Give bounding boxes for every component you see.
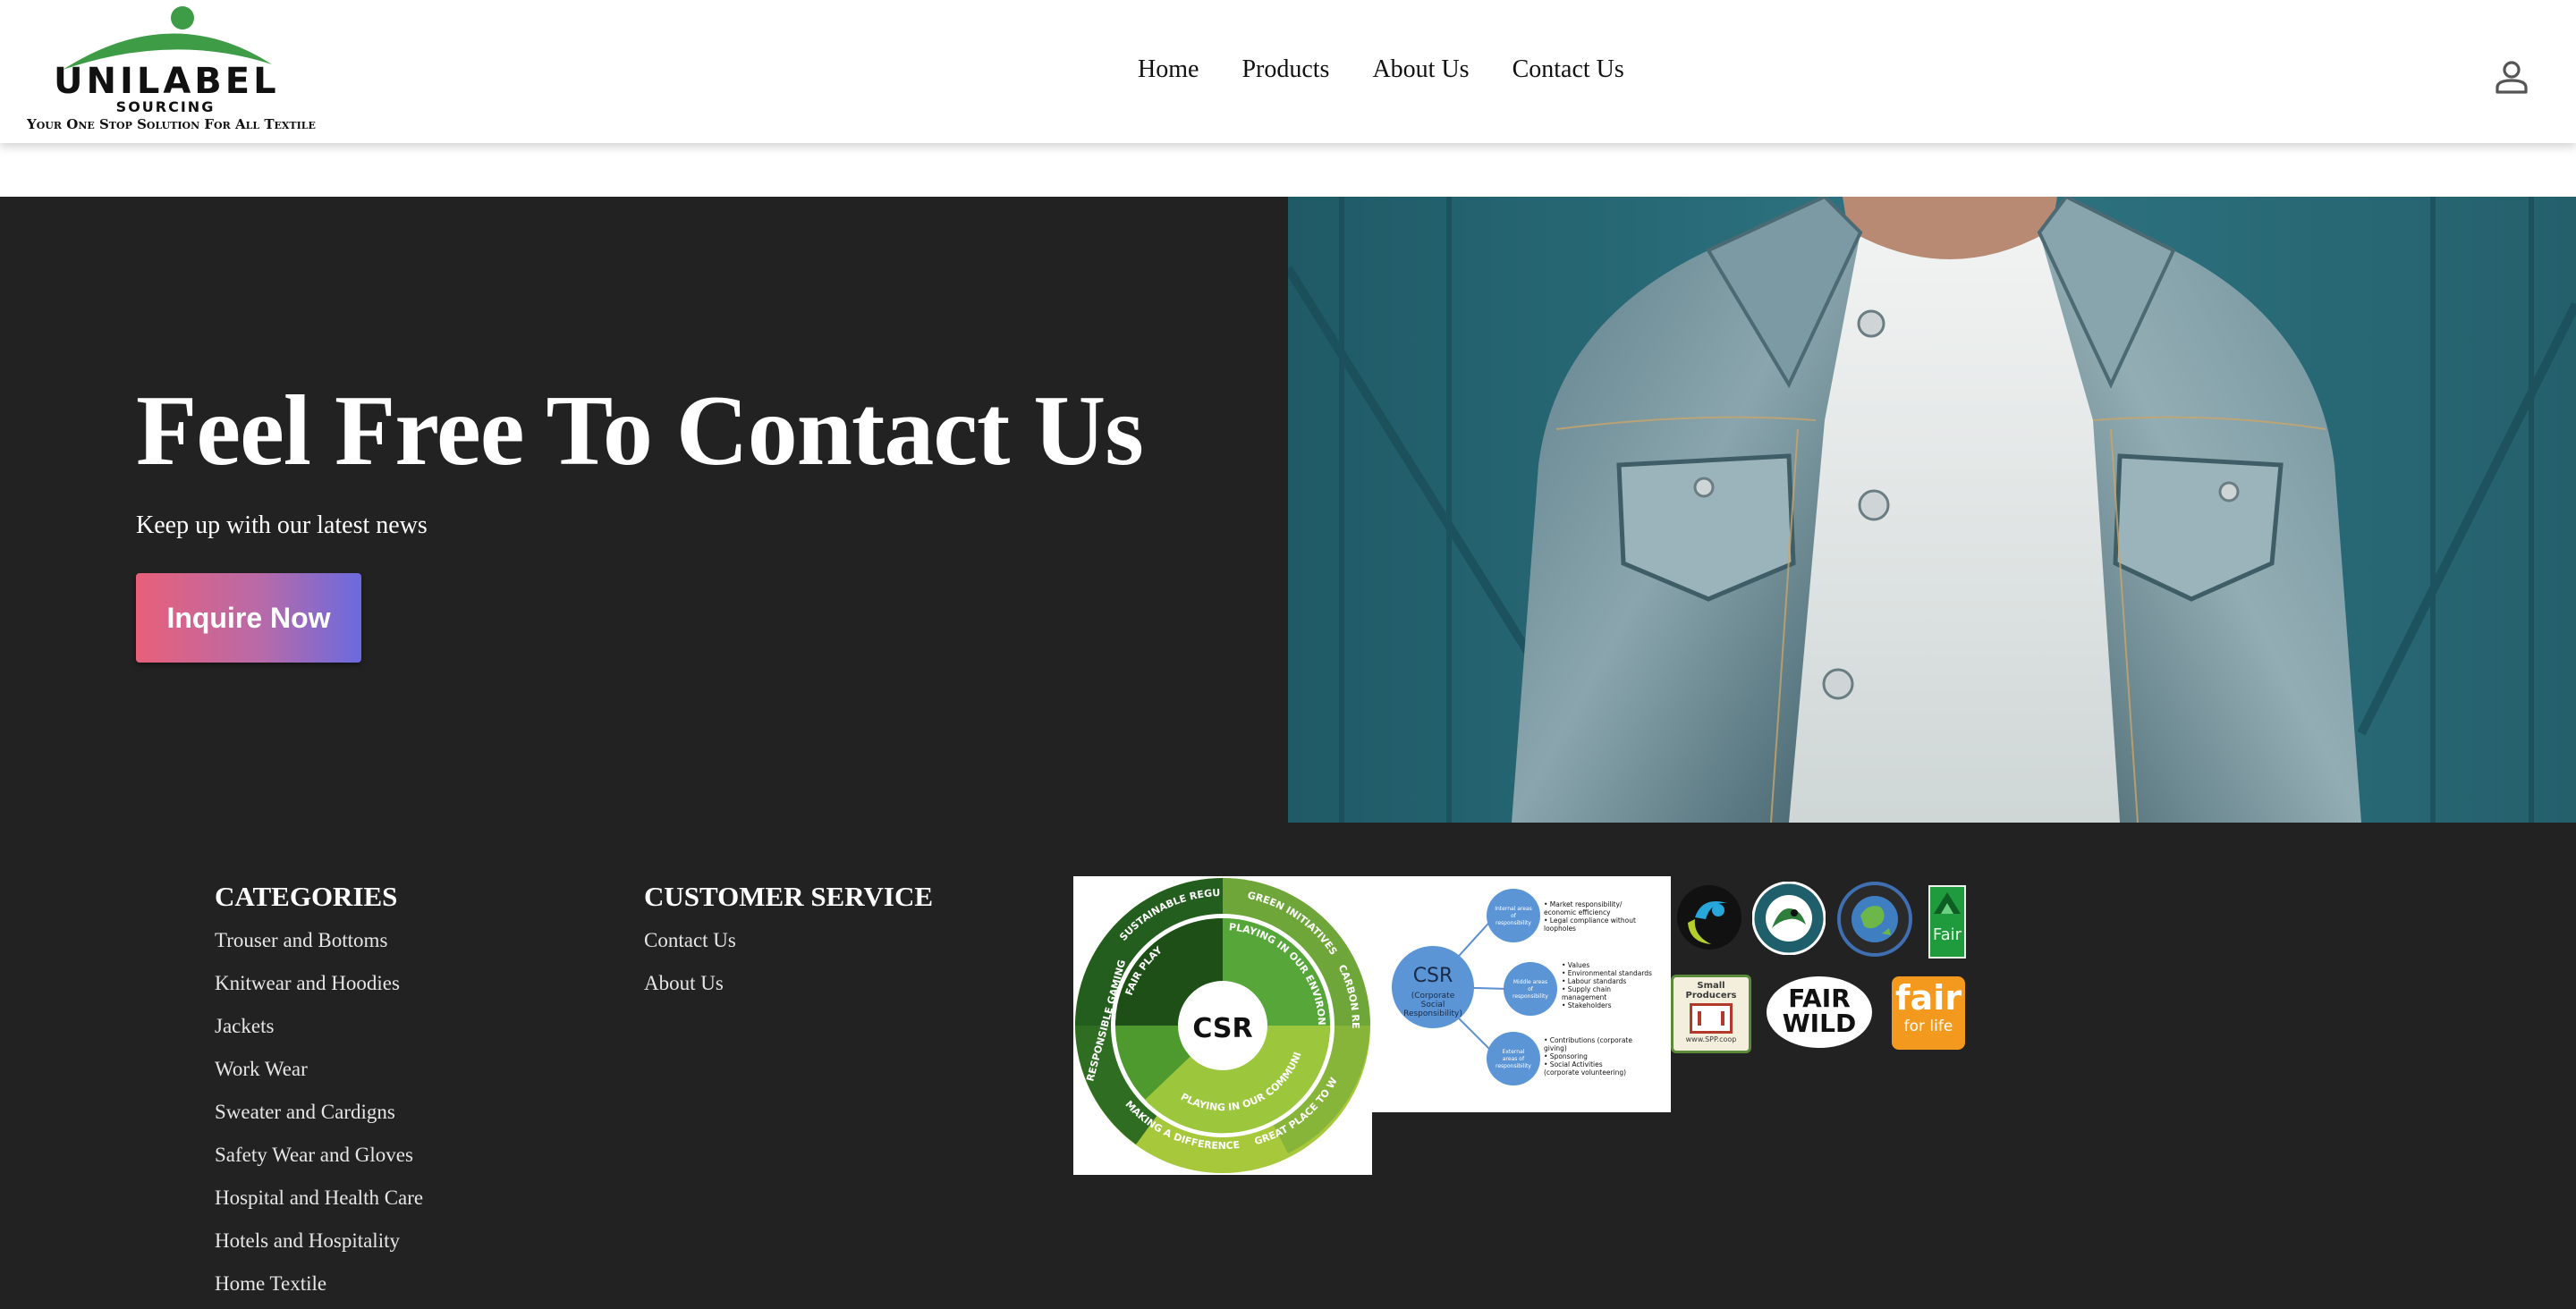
svg-text:responsibility: responsibility bbox=[1496, 1063, 1531, 1069]
category-link[interactable]: Jackets bbox=[215, 1015, 274, 1037]
categories-heading: CATEGORIES bbox=[215, 881, 398, 912]
csr-diagram-image: CSR (Corporate Social Responsibility) In… bbox=[1372, 876, 1671, 1112]
svg-text:areas of: areas of bbox=[1503, 1056, 1525, 1062]
svg-text:(corporate volunteering): (corporate volunteering) bbox=[1544, 1068, 1626, 1077]
unilabel-logo[interactable]: UNILABEL SOURCING Your One Stop Solution… bbox=[27, 5, 316, 136]
small-producers-line1: Small bbox=[1697, 981, 1725, 991]
svg-text:• Values: • Values bbox=[1562, 961, 1589, 969]
svg-text:• Contributions (corporate: • Contributions (corporate bbox=[1544, 1036, 1632, 1044]
small-producers-line2: Producers bbox=[1685, 991, 1737, 1001]
list-item: Home Textile bbox=[215, 1272, 423, 1309]
csr-wheel-graphic: CSR SUSTAINABLE REGULATION GREEN INITIAT… bbox=[1069, 867, 1370, 1173]
csr-diagram-graphic: CSR (Corporate Social Responsibility) In… bbox=[1392, 889, 1652, 1085]
nav-home[interactable]: Home bbox=[1138, 55, 1199, 84]
footer-about-us-link[interactable]: About Us bbox=[644, 972, 724, 994]
category-link[interactable]: Hotels and Hospitality bbox=[215, 1229, 400, 1252]
fairwild-line1: FAIR bbox=[1788, 984, 1851, 1013]
nav-about-us[interactable]: About Us bbox=[1372, 55, 1469, 84]
svg-text:• Labour standards: • Labour standards bbox=[1562, 977, 1626, 985]
world-fair-trade-icon bbox=[1837, 882, 1912, 957]
svg-text:• Stakeholders: • Stakeholders bbox=[1562, 1001, 1612, 1009]
category-link[interactable]: Safety Wear and Gloves bbox=[215, 1144, 413, 1166]
svg-text:CSR: CSR bbox=[1413, 965, 1453, 987]
list-item: Contact Us bbox=[644, 929, 736, 972]
list-item: Work Wear bbox=[215, 1058, 423, 1101]
naturland-leaf-icon bbox=[1934, 892, 1961, 914]
hero-photo bbox=[1288, 197, 2576, 823]
main-nav: Home Products About Us Contact Us bbox=[1138, 55, 1624, 84]
customer-service-list: Contact Us About Us bbox=[644, 929, 736, 1015]
fairtrade-icon bbox=[1677, 885, 1741, 950]
list-item: Hospital and Health Care bbox=[215, 1187, 423, 1229]
svg-text:loopholes: loopholes bbox=[1544, 925, 1576, 933]
customer-service-heading: CUSTOMER SERVICE bbox=[644, 881, 934, 912]
category-link[interactable]: Home Textile bbox=[215, 1272, 326, 1295]
logo-subtitle: SOURCING bbox=[115, 98, 216, 115]
svg-text:economic efficiency: economic efficiency bbox=[1544, 908, 1611, 916]
naturland-fair-label: Fair bbox=[1932, 925, 1962, 944]
category-link[interactable]: Trouser and Bottoms bbox=[215, 929, 387, 951]
svg-text:responsibility: responsibility bbox=[1513, 993, 1548, 1000]
category-link[interactable]: Work Wear bbox=[215, 1058, 308, 1080]
svg-text:(Corporate: (Corporate bbox=[1411, 992, 1455, 1001]
svg-text:Social: Social bbox=[1421, 1001, 1445, 1009]
list-item: Safety Wear and Gloves bbox=[215, 1144, 423, 1187]
list-item: Trouser and Bottoms bbox=[215, 929, 423, 972]
categories-list: Trouser and Bottoms Knitwear and Hoodies… bbox=[215, 929, 423, 1309]
svg-text:Responsibility): Responsibility) bbox=[1403, 1009, 1462, 1018]
svg-text:• Market responsibility/: • Market responsibility/ bbox=[1544, 900, 1623, 908]
svg-text:• Supply chain: • Supply chain bbox=[1562, 985, 1611, 993]
hero-section bbox=[0, 197, 1288, 823]
csr-wheel-image: CSR SUSTAINABLE REGULATION GREEN INITIAT… bbox=[1069, 867, 1372, 1175]
list-item: Hotels and Hospitality bbox=[215, 1229, 423, 1272]
rainforest-alliance-icon bbox=[1752, 882, 1826, 955]
fairwild-badge: FAIR WILD bbox=[1767, 976, 1872, 1048]
hero-title: Feel Free To Contact Us bbox=[136, 376, 1144, 486]
hero-subtitle: Keep up with our latest news bbox=[136, 511, 428, 539]
svg-text:• Environmental standards: • Environmental standards bbox=[1562, 969, 1652, 977]
footer-contact-us-link[interactable]: Contact Us bbox=[644, 929, 736, 951]
svg-text:giving): giving) bbox=[1544, 1044, 1567, 1052]
site-header: UNILABEL SOURCING Your One Stop Solution… bbox=[0, 0, 2576, 143]
svg-text:• Legal compliance without: • Legal compliance without bbox=[1544, 916, 1636, 925]
man-in-denim-jacket-photo bbox=[1288, 197, 2576, 823]
category-link[interactable]: Hospital and Health Care bbox=[215, 1187, 423, 1209]
fairwild-line2: WILD bbox=[1782, 1009, 1857, 1038]
category-link[interactable]: Knitwear and Hoodies bbox=[215, 972, 400, 994]
svg-text:of: of bbox=[1511, 913, 1517, 919]
svg-text:External: External bbox=[1503, 1049, 1525, 1055]
fair-for-life-line1: fair bbox=[1895, 978, 1962, 1018]
small-producers-url: www.SPP.coop bbox=[1685, 1035, 1737, 1043]
svg-text:of: of bbox=[1528, 986, 1534, 992]
naturland-fair-badge: Fair bbox=[1928, 885, 1966, 959]
list-item: Sweater and Cardigns bbox=[215, 1101, 423, 1144]
inquire-now-button[interactable]: Inquire Now bbox=[136, 573, 361, 663]
csr-wheel-center: CSR bbox=[1192, 1013, 1252, 1044]
category-link[interactable]: Sweater and Cardigns bbox=[215, 1101, 395, 1123]
nav-products[interactable]: Products bbox=[1241, 55, 1329, 84]
spp-symbol-icon bbox=[1690, 1003, 1733, 1034]
svg-text:• Social Activities: • Social Activities bbox=[1544, 1060, 1603, 1068]
nav-contact-us[interactable]: Contact Us bbox=[1513, 55, 1624, 84]
svg-text:management: management bbox=[1562, 993, 1606, 1001]
fair-for-life-badge: fair for life bbox=[1892, 976, 1965, 1050]
logo-tagline: Your One Stop Solution For All Textile bbox=[27, 116, 316, 132]
user-account-icon[interactable] bbox=[2494, 59, 2529, 95]
small-producers-badge: Small Producers www.SPP.coop bbox=[1671, 975, 1751, 1053]
fair-for-life-line2: for life bbox=[1903, 1018, 1953, 1035]
list-item: Jackets bbox=[215, 1015, 423, 1058]
svg-text:responsibility: responsibility bbox=[1496, 920, 1531, 926]
logo-title: UNILABEL bbox=[54, 61, 280, 102]
list-item: Knitwear and Hoodies bbox=[215, 972, 423, 1015]
svg-text:Middle areas: Middle areas bbox=[1513, 979, 1547, 985]
list-item: About Us bbox=[644, 972, 736, 1015]
svg-text:• Sponsoring: • Sponsoring bbox=[1544, 1052, 1588, 1060]
svg-text:Internal areas: Internal areas bbox=[1495, 906, 1532, 912]
